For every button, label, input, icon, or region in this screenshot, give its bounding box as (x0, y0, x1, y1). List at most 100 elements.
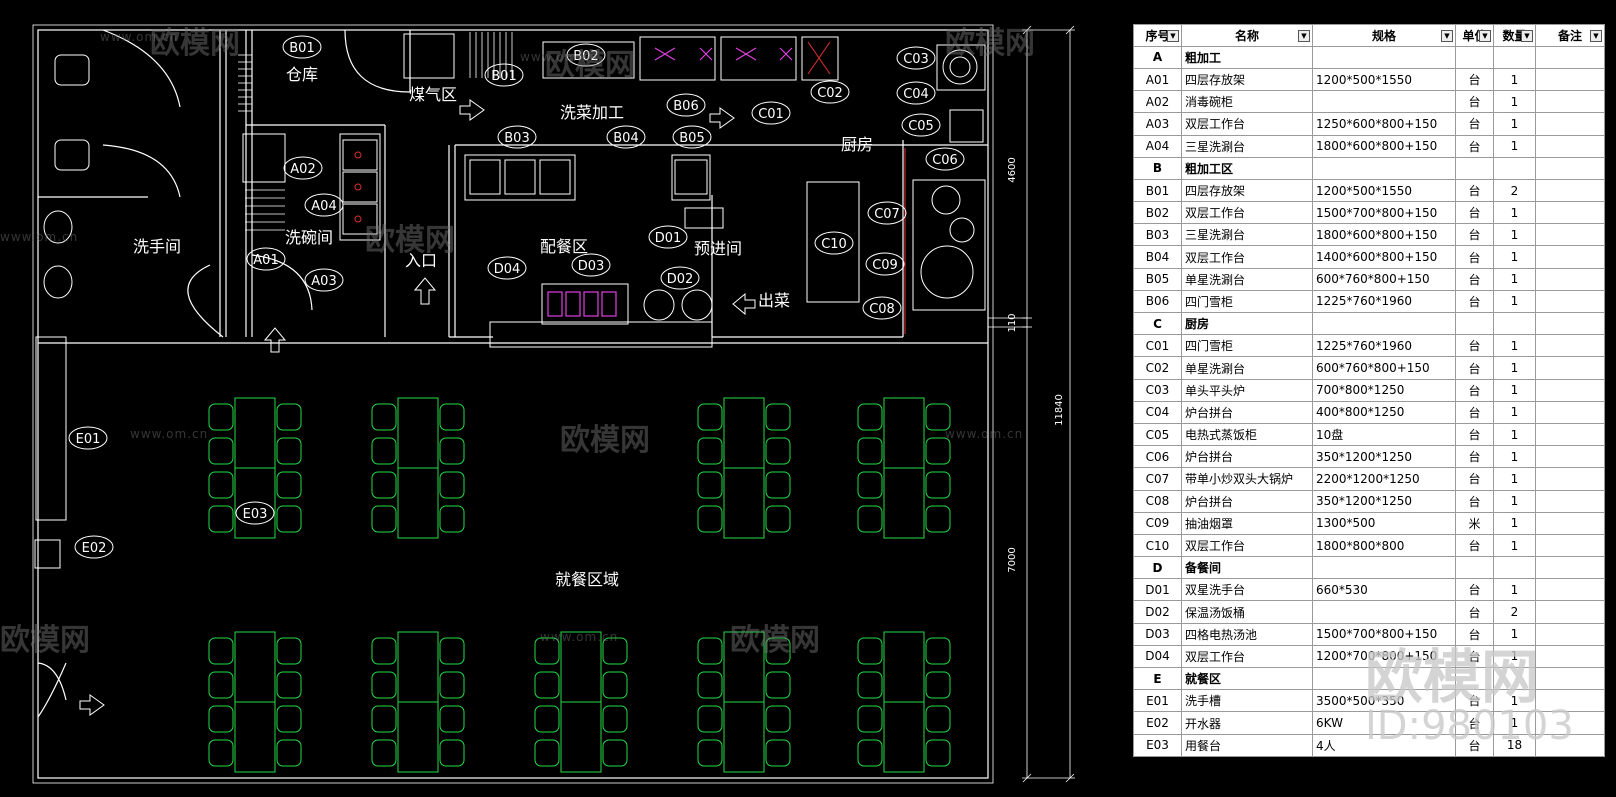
table-cell-unit: 台 (1455, 289, 1494, 314)
table-cell-code: C06 (1133, 445, 1182, 469)
equipment-tag-label: A03 (311, 274, 336, 289)
table-cell-note (1535, 356, 1605, 380)
table-cell-unit: 台 (1455, 378, 1494, 402)
equipment-tag-label: C05 (908, 119, 934, 134)
table-cell-name: 电热式蒸饭柜 (1181, 422, 1313, 447)
table-cell-note (1535, 245, 1605, 269)
table-row: A01 四层存放架 1200*500*1550 台 1 (1133, 67, 1605, 92)
room-label: 预进间 (694, 239, 742, 258)
table-cell-spec: 2200*1200*1250 (1312, 467, 1456, 491)
table-cell-note (1535, 511, 1605, 535)
dining-chair (697, 437, 723, 465)
table-row: B05 单星洗涮台 600*760*800+150 台 1 (1133, 267, 1605, 291)
table-cell-unit (1455, 156, 1494, 180)
table-cell-spec: 1200*700*800+150 (1312, 644, 1456, 669)
dining-chair (439, 739, 465, 767)
table-cell-spec (1312, 45, 1456, 69)
table-cell-code: D02 (1133, 600, 1182, 624)
dining-chair (697, 505, 723, 533)
dining-chair (765, 505, 791, 533)
dining-chair (276, 471, 302, 499)
table-cell-spec: 1225*760*1960 (1312, 289, 1456, 314)
dining-chair (925, 739, 951, 767)
table-cell-spec: 600*760*800+150 (1312, 267, 1456, 291)
col-header-note-label: 备注 (1557, 28, 1582, 43)
col-header-code[interactable]: 序号 ▼ (1133, 24, 1182, 47)
dining-chair (857, 671, 883, 699)
table-row: C03 单头平头炉 700*800*1250 台 1 (1133, 378, 1605, 402)
table-cell-name: 就餐区 (1181, 667, 1313, 691)
table-cell-qty: 1 (1493, 422, 1536, 447)
dining-chair (371, 471, 397, 499)
table-cell-name: 备餐间 (1181, 556, 1313, 580)
table-cell-unit: 台 (1455, 112, 1494, 136)
col-header-name[interactable]: 名称 ▼ (1181, 24, 1313, 47)
table-row: C04 炉台拼台 400*800*1250 台 1 (1133, 400, 1605, 424)
filter-dropdown-icon[interactable]: ▼ (1441, 30, 1453, 42)
table-row: C06 炉台拼台 350*1200*1250 台 1 (1133, 445, 1605, 469)
col-header-qty[interactable]: 数量 ▼ (1493, 24, 1536, 47)
table-cell-qty: 1 (1493, 445, 1536, 469)
table-cell-name: 用餐台 (1181, 733, 1313, 758)
table-cell-unit (1455, 45, 1494, 69)
table-cell-name: 单星洗涮台 (1181, 267, 1313, 291)
dining-chair (765, 637, 791, 665)
table-cell-note (1535, 445, 1605, 469)
room-label: 入口 (405, 251, 437, 270)
table-cell-code: A04 (1133, 134, 1182, 158)
table-cell-unit: 台 (1455, 644, 1494, 669)
filter-dropdown-icon[interactable]: ▼ (1521, 30, 1533, 42)
dining-chair (602, 637, 628, 665)
equipment-tag-label: D02 (667, 272, 694, 287)
equipment-tag-label: B05 (679, 131, 704, 146)
table-cell-unit: 台 (1455, 622, 1494, 646)
col-header-unit[interactable]: 单位 ▼ (1455, 24, 1494, 47)
filter-dropdown-icon[interactable]: ▼ (1167, 30, 1179, 42)
table-row: A04 三星洗涮台 1800*600*800+150 台 1 (1133, 134, 1605, 158)
table-cell-code: B05 (1133, 267, 1182, 291)
filter-dropdown-icon[interactable]: ▼ (1298, 30, 1310, 42)
dining-chair (208, 705, 234, 733)
table-cell-spec: 1250*600*800+150 (1312, 112, 1456, 136)
equipment-tag-label: C09 (872, 258, 898, 273)
table-cell-qty: 1 (1493, 378, 1536, 402)
table-cell-qty (1493, 156, 1536, 180)
table-cell-name: 四门雪柜 (1181, 289, 1313, 314)
table-cell-code: A02 (1133, 90, 1182, 114)
table-cell-name: 粗加工区 (1181, 156, 1313, 180)
equipment-schedule-table: 序号 ▼ 名称 ▼ 规格 ▼ 单位 ▼ 数量 ▼ 备注 ▼ A 粗加工 A01 四层存放架 1200… (1133, 24, 1605, 758)
table-cell-unit: 台 (1455, 223, 1494, 247)
table-row: C05 电热式蒸饭柜 10盘台 1 (1133, 422, 1605, 447)
table-cell-spec: 1200*500*1550 (1312, 67, 1456, 92)
filter-dropdown-icon[interactable]: ▼ (1479, 30, 1491, 42)
table-cell-qty (1493, 45, 1536, 69)
table-cell-unit (1455, 556, 1494, 580)
table-cell-code: B03 (1133, 223, 1182, 247)
table-cell-spec: 1200*500*1550 (1312, 178, 1456, 203)
dining-chair (439, 437, 465, 465)
table-cell-unit: 台 (1455, 178, 1494, 203)
table-cell-qty: 1 (1493, 533, 1536, 558)
table-cell-name: 炉台拼台 (1181, 489, 1313, 513)
col-header-spec[interactable]: 规格 ▼ (1312, 24, 1456, 47)
table-cell-unit: 台 (1455, 67, 1494, 92)
table-cell-unit: 台 (1455, 445, 1494, 469)
filter-dropdown-icon[interactable]: ▼ (1590, 30, 1602, 42)
table-cell-note (1535, 378, 1605, 402)
equipment-tag-label: B04 (613, 131, 638, 146)
table-row: D04 双层工作台 1200*700*800+150 台 1 (1133, 644, 1605, 669)
equipment-tag-label: C08 (869, 302, 895, 317)
table-cell-note (1535, 201, 1605, 225)
dining-chair (602, 705, 628, 733)
table-cell-qty: 1 (1493, 622, 1536, 646)
col-header-note[interactable]: 备注 ▼ (1535, 24, 1605, 47)
dining-chair (857, 705, 883, 733)
table-cell-name: 四格电热汤池 (1181, 622, 1313, 646)
col-header-spec-label: 规格 (1371, 28, 1396, 43)
table-cell-spec: 400*800*1250 (1312, 400, 1456, 424)
table-cell-code: B01 (1133, 178, 1182, 203)
table-cell-spec: 6KW (1312, 711, 1456, 735)
table-cell-unit: 台 (1455, 578, 1494, 602)
table-cell-qty: 1 (1493, 201, 1536, 225)
dining-chair (697, 739, 723, 767)
